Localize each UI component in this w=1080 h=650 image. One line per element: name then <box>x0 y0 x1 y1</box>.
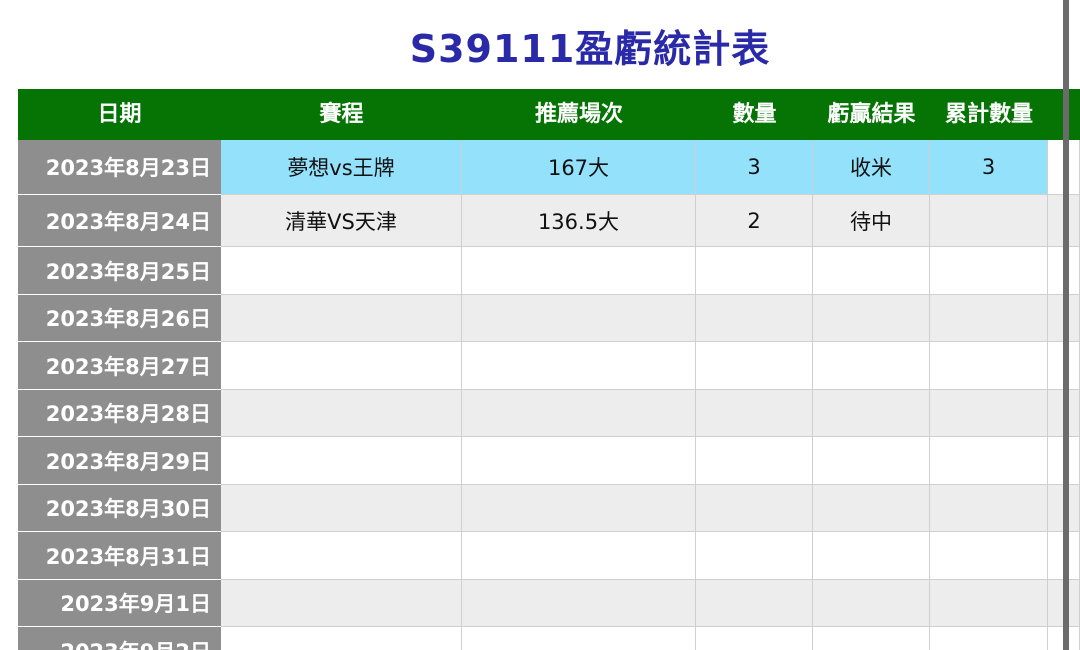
cell-cumulative[interactable] <box>930 627 1048 650</box>
cell-date[interactable]: 2023年8月26日 <box>18 295 221 342</box>
table-row: 2023年8月26日 <box>18 295 1080 342</box>
cell-cumulative[interactable] <box>930 342 1048 390</box>
column-header-pick[interactable]: 推薦場次 <box>462 89 696 140</box>
cell-match[interactable] <box>221 485 462 532</box>
cell-pick[interactable] <box>462 485 696 532</box>
cell-quantity[interactable] <box>696 485 813 532</box>
column-header-date[interactable]: 日期 <box>18 89 221 140</box>
cell-pick[interactable] <box>462 627 696 650</box>
table-header: 日期 賽程 推薦場次 數量 虧贏結果 累計數量 <box>18 89 1080 140</box>
cell-match[interactable] <box>221 532 462 580</box>
cell-pick[interactable] <box>462 580 696 627</box>
cell-match[interactable] <box>221 342 462 390</box>
cell-pick[interactable] <box>462 295 696 342</box>
cell-cumulative[interactable] <box>930 247 1048 295</box>
table-row: 2023年8月30日 <box>18 485 1080 532</box>
cell-quantity[interactable] <box>696 627 813 650</box>
cell-quantity[interactable] <box>696 390 813 437</box>
cell-cumulative[interactable] <box>930 390 1048 437</box>
cell-result[interactable] <box>813 247 930 295</box>
cell-pick[interactable] <box>462 342 696 390</box>
cell-quantity[interactable]: 3 <box>696 140 813 195</box>
table-row: 2023年8月24日 清華VS天津 136.5大 2 待中 <box>18 195 1080 247</box>
cell-cumulative[interactable]: 3 <box>930 140 1048 195</box>
cell-cumulative[interactable] <box>930 437 1048 485</box>
cell-match[interactable] <box>221 247 462 295</box>
cell-date[interactable]: 2023年9月1日 <box>18 580 221 627</box>
cell-quantity[interactable] <box>696 437 813 485</box>
cell-match[interactable] <box>221 627 462 650</box>
column-header-cumulative[interactable]: 累計數量 <box>930 89 1048 140</box>
column-header-match[interactable]: 賽程 <box>221 89 462 140</box>
cell-date[interactable]: 2023年9月2日 <box>18 627 221 650</box>
cell-result[interactable] <box>813 627 930 650</box>
cell-cumulative[interactable] <box>930 295 1048 342</box>
cell-match[interactable] <box>221 437 462 485</box>
stats-table: 日期 賽程 推薦場次 數量 虧贏結果 累計數量 2023年8月23日 夢想vs王牌… <box>18 89 1080 650</box>
cell-match[interactable] <box>221 295 462 342</box>
cell-pick[interactable]: 136.5大 <box>462 195 696 247</box>
table-row: 2023年9月2日 <box>18 627 1080 650</box>
cell-date[interactable]: 2023年8月23日 <box>18 140 221 195</box>
cell-pick[interactable] <box>462 532 696 580</box>
cell-match[interactable] <box>221 580 462 627</box>
cell-quantity[interactable] <box>696 342 813 390</box>
cell-quantity[interactable] <box>696 532 813 580</box>
cell-match[interactable] <box>221 390 462 437</box>
column-header-result[interactable]: 虧贏結果 <box>813 89 930 140</box>
cell-date[interactable]: 2023年8月27日 <box>18 342 221 390</box>
cell-result[interactable] <box>813 295 930 342</box>
cell-match[interactable]: 清華VS天津 <box>221 195 462 247</box>
table-row: 2023年9月1日 <box>18 580 1080 627</box>
cell-date[interactable]: 2023年8月24日 <box>18 195 221 247</box>
table-row: 2023年8月31日 <box>18 532 1080 580</box>
table-row: 2023年8月27日 <box>18 342 1080 390</box>
cell-result[interactable] <box>813 580 930 627</box>
cell-date[interactable]: 2023年8月28日 <box>18 390 221 437</box>
cell-result[interactable] <box>813 532 930 580</box>
cell-quantity[interactable] <box>696 247 813 295</box>
cell-date[interactable]: 2023年8月30日 <box>18 485 221 532</box>
cell-match[interactable]: 夢想vs王牌 <box>221 140 462 195</box>
cell-date[interactable]: 2023年8月25日 <box>18 247 221 295</box>
cell-cumulative[interactable] <box>930 195 1048 247</box>
cell-result[interactable] <box>813 437 930 485</box>
spreadsheet-page: S39111盈虧統計表 日期 賽程 推薦場次 數量 虧贏結果 累計數量 2023… <box>0 0 1080 650</box>
column-header-quantity[interactable]: 數量 <box>696 89 813 140</box>
window-edge-bar <box>1063 0 1069 650</box>
table-row: 2023年8月23日 夢想vs王牌 167大 3 收米 3 <box>18 140 1080 195</box>
sheet-title: S39111盈虧統計表 <box>409 27 771 71</box>
table-row: 2023年8月25日 <box>18 247 1080 295</box>
cell-cumulative[interactable] <box>930 485 1048 532</box>
cell-result[interactable] <box>813 485 930 532</box>
cell-quantity[interactable]: 2 <box>696 195 813 247</box>
cell-pick[interactable] <box>462 437 696 485</box>
cell-quantity[interactable] <box>696 295 813 342</box>
cell-date[interactable]: 2023年8月31日 <box>18 532 221 580</box>
cell-result[interactable] <box>813 342 930 390</box>
cell-date[interactable]: 2023年8月29日 <box>18 437 221 485</box>
cell-pick[interactable] <box>462 390 696 437</box>
cell-cumulative[interactable] <box>930 532 1048 580</box>
table-row: 2023年8月29日 <box>18 437 1080 485</box>
cell-pick[interactable]: 167大 <box>462 140 696 195</box>
cell-result[interactable]: 待中 <box>813 195 930 247</box>
cell-result[interactable]: 收米 <box>813 140 930 195</box>
cell-quantity[interactable] <box>696 580 813 627</box>
cell-pick[interactable] <box>462 247 696 295</box>
cell-result[interactable] <box>813 390 930 437</box>
cell-cumulative[interactable] <box>930 580 1048 627</box>
table-row: 2023年8月28日 <box>18 390 1080 437</box>
